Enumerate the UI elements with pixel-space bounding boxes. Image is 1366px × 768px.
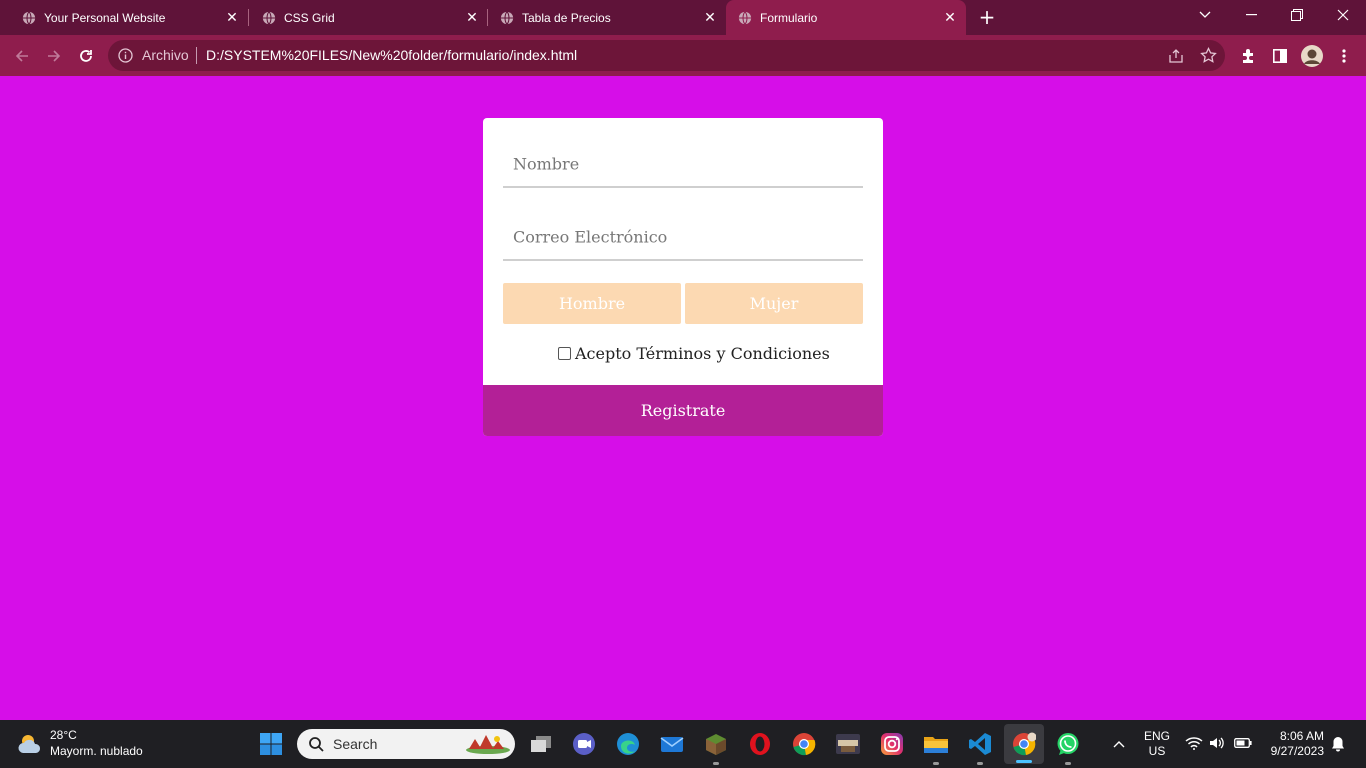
terms-checkbox[interactable]	[558, 347, 571, 360]
browser-tab-strip: Your Personal Website ✕ CSS Grid ✕ Tabla…	[0, 0, 1366, 35]
clock-date: 9/27/2023	[1270, 744, 1324, 758]
email-placeholder: Correo Electrónico	[513, 227, 668, 247]
chrome-profile-icon[interactable]	[1004, 724, 1044, 764]
tab-title: Tabla de Precios	[522, 10, 611, 25]
game-app-icon[interactable]	[833, 729, 863, 759]
reload-button[interactable]	[72, 42, 100, 70]
taskbar: 28°C Mayorm. nublado Search ENG US 8:06 …	[0, 720, 1366, 768]
minimize-icon	[1245, 14, 1257, 16]
minimize-button[interactable]	[1228, 0, 1274, 30]
reload-icon	[80, 50, 92, 62]
vscode-icon[interactable]	[965, 729, 995, 765]
start-button[interactable]	[256, 729, 286, 759]
forward-arrow-icon	[48, 50, 61, 62]
close-tab-icon[interactable]: ✕	[942, 9, 958, 26]
url-text[interactable]: D:/SYSTEM%20FILES/New%20folder/formulari…	[206, 47, 577, 63]
female-button[interactable]: Mujer	[685, 283, 863, 324]
registration-form: Nombre Correo Electrónico Hombre Mujer A…	[483, 118, 883, 436]
address-bar[interactable]: Archivo D:/SYSTEM%20FILES/New%20folder/f…	[108, 40, 1225, 71]
weather-temperature[interactable]: 28°C	[50, 728, 77, 742]
volume-icon[interactable]	[1209, 736, 1225, 750]
star-icon[interactable]	[1200, 47, 1217, 64]
name-field[interactable]: Nombre	[503, 138, 863, 188]
clock-time: 8:06 AM	[1279, 729, 1324, 743]
terms-row: Acepto Términos y Condiciones	[558, 344, 830, 363]
tab-title: CSS Grid	[284, 10, 335, 25]
file-explorer-icon[interactable]	[921, 729, 951, 765]
info-icon[interactable]	[118, 48, 133, 63]
search-highlight-icon	[466, 735, 510, 754]
menu-button[interactable]	[1330, 42, 1358, 70]
system-clock[interactable]: 8:06 AM 9/27/2023	[1262, 729, 1324, 759]
side-panel-icon	[1273, 49, 1287, 63]
search-placeholder: Search	[333, 736, 378, 752]
close-tab-icon[interactable]: ✕	[702, 9, 718, 26]
edge-icon[interactable]	[613, 729, 643, 759]
close-window-button[interactable]	[1320, 0, 1366, 30]
weather-condition[interactable]: Mayorm. nublado	[50, 744, 143, 758]
terms-label[interactable]: Acepto Términos y Condiciones	[575, 344, 830, 363]
puzzle-icon	[1243, 49, 1253, 63]
globe-icon	[262, 11, 276, 24]
male-button[interactable]: Hombre	[503, 283, 681, 324]
browser-toolbar: Archivo D:/SYSTEM%20FILES/New%20folder/f…	[0, 35, 1366, 76]
input-language[interactable]: ENG US	[1143, 729, 1171, 759]
tab-formulario[interactable]: Formulario ✕	[726, 0, 966, 35]
side-panel-button[interactable]	[1266, 42, 1294, 70]
restore-button[interactable]	[1274, 0, 1320, 30]
globe-icon	[738, 11, 752, 24]
chevron-up-icon	[1113, 741, 1125, 748]
email-field[interactable]: Correo Electrónico	[503, 211, 863, 261]
chevron-down-icon	[1199, 11, 1211, 18]
taskbar-search[interactable]: Search	[297, 729, 515, 759]
tab-title: Formulario	[760, 10, 818, 25]
battery-icon[interactable]	[1234, 738, 1252, 748]
minecraft-icon[interactable]	[701, 729, 731, 765]
register-button[interactable]: Registrate	[483, 385, 883, 436]
new-tab-button[interactable]: +	[976, 6, 998, 28]
close-tab-icon[interactable]: ✕	[224, 9, 240, 26]
more-vertical-icon	[1342, 49, 1346, 63]
tab-your-personal-website[interactable]: Your Personal Website ✕	[0, 0, 248, 35]
whatsapp-icon[interactable]	[1053, 729, 1083, 765]
tab-css-grid[interactable]: CSS Grid ✕	[240, 0, 488, 35]
globe-icon	[500, 11, 514, 24]
share-icon[interactable]	[1168, 48, 1184, 64]
avatar	[1301, 45, 1323, 67]
chrome-icon[interactable]	[789, 729, 819, 759]
instagram-icon[interactable]	[877, 729, 907, 759]
back-button[interactable]	[8, 42, 36, 70]
tab-search-button[interactable]	[1182, 0, 1228, 30]
show-hidden-icons-button[interactable]	[1104, 729, 1134, 759]
globe-icon	[22, 11, 36, 24]
mail-icon[interactable]	[657, 729, 687, 759]
partly-cloudy-icon[interactable]	[17, 732, 45, 756]
back-arrow-icon	[15, 50, 28, 62]
profile-button[interactable]	[1298, 42, 1326, 70]
opera-icon[interactable]	[745, 729, 775, 759]
address-divider	[196, 47, 197, 64]
name-placeholder: Nombre	[513, 154, 580, 174]
chat-icon[interactable]	[569, 729, 599, 759]
close-icon	[1337, 9, 1349, 21]
extensions-button[interactable]	[1234, 42, 1262, 70]
windows-logo-icon	[260, 733, 282, 755]
scheme-label: Archivo	[142, 47, 189, 63]
region-code: US	[1148, 744, 1166, 758]
language-code: ENG	[1143, 729, 1170, 743]
task-view-icon[interactable]	[526, 729, 556, 759]
tab-title: Your Personal Website	[44, 10, 166, 25]
search-icon	[309, 737, 324, 752]
wifi-icon[interactable]	[1185, 736, 1203, 750]
forward-button[interactable]	[40, 42, 68, 70]
tab-tabla-de-precios[interactable]: Tabla de Precios ✕	[478, 0, 726, 35]
restore-icon	[1291, 9, 1303, 21]
notification-bell-icon[interactable]	[1331, 736, 1345, 752]
